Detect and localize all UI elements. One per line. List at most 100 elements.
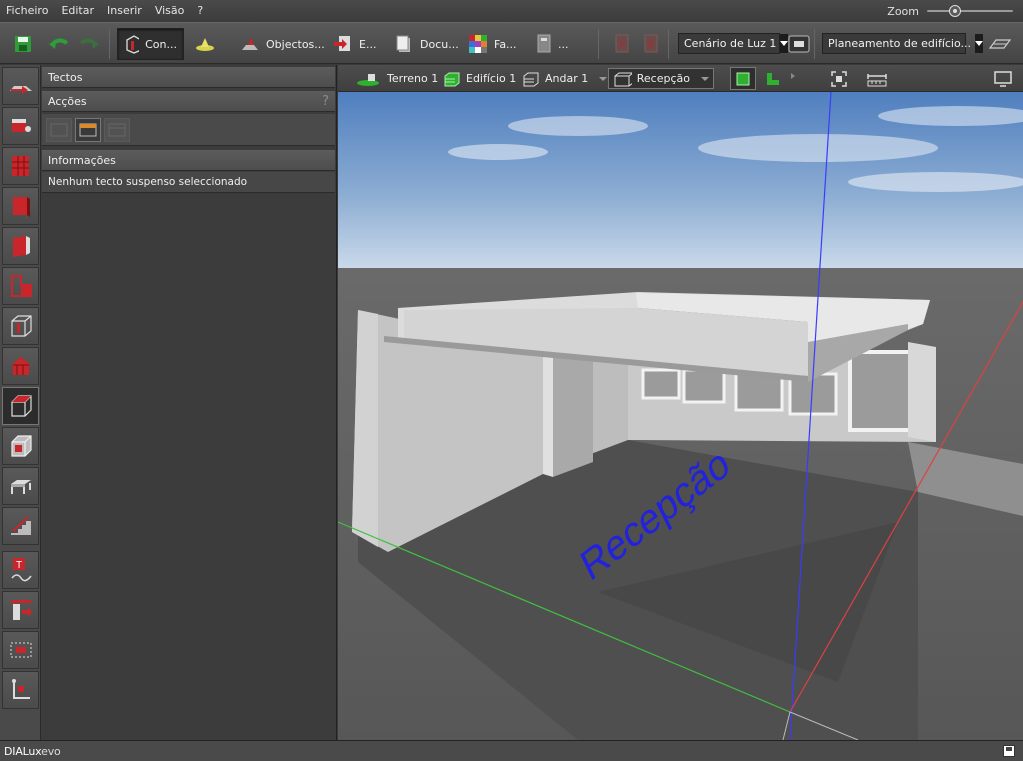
roof-tool-button[interactable]	[2, 347, 39, 385]
actions-toolbar	[42, 114, 335, 146]
breadcrumb-room[interactable]: Recepção	[608, 68, 714, 89]
calculation-icon	[537, 34, 551, 53]
help-icon[interactable]: ?	[322, 91, 329, 112]
toolbar-separator	[109, 29, 110, 59]
view-3d-button[interactable]	[730, 67, 756, 90]
breadcrumb-floor[interactable]: Andar 1	[518, 68, 611, 89]
column	[543, 355, 553, 477]
room-icon	[614, 72, 632, 86]
terrain-tool-icon	[9, 86, 32, 94]
door-tool-button[interactable]	[2, 227, 39, 265]
cut-tool-button[interactable]	[2, 591, 39, 629]
breadcrumb-building[interactable]: Edifício 1	[439, 68, 520, 89]
info-message: Nenhum tecto suspenso seleccionado	[42, 172, 335, 193]
building-icon	[444, 72, 460, 86]
building-tool-button[interactable]	[2, 147, 39, 185]
menu-edit[interactable]: Editar	[55, 0, 101, 22]
app-name-bold: DIALux	[4, 744, 42, 758]
planning-mode-value: Planeamento de edifício...	[828, 37, 972, 50]
zoom-extents-button[interactable]	[826, 67, 852, 90]
start-calculation-button[interactable]	[608, 28, 636, 60]
documentation-tab-label: Docu...	[420, 37, 459, 51]
panel-title: Tectos	[42, 67, 335, 88]
object-tool-icon	[11, 119, 31, 132]
save-button[interactable]	[8, 28, 38, 60]
ceiling-panels-button[interactable]	[104, 118, 130, 142]
undo-button[interactable]	[42, 28, 76, 60]
room-tool-icon	[10, 275, 32, 297]
text-tool-button[interactable]: T	[2, 551, 39, 589]
light-scene-settings-button[interactable]	[782, 28, 816, 60]
menu-bar: Ficheiro Editar Inserir Visão ? Zoom	[0, 0, 1023, 22]
zoom-slider-track	[927, 10, 1013, 12]
info-section-header[interactable]: Informações	[42, 150, 335, 171]
construction-tab[interactable]: Con...	[117, 28, 184, 60]
save-status-icon[interactable]	[1003, 745, 1015, 757]
menu-file[interactable]: Ficheiro	[0, 0, 55, 22]
toolbar-separator	[814, 29, 815, 59]
colours-tab[interactable]: Fa...	[462, 28, 523, 60]
breadcrumb-room-label: Recepção	[636, 72, 690, 85]
redo-button[interactable]	[72, 28, 106, 60]
cube-tool-button[interactable]	[2, 307, 39, 345]
app-name-thin: evo	[41, 744, 61, 758]
measure-button[interactable]	[864, 67, 890, 90]
roof-tool-icon	[10, 357, 31, 375]
menu-help[interactable]: ?	[191, 0, 210, 22]
right-wall-end	[908, 342, 936, 442]
box-tool-button[interactable]	[2, 427, 39, 465]
floor-icon	[523, 72, 539, 86]
menu-view[interactable]: Visão	[149, 0, 192, 22]
room-tool-button[interactable]	[2, 267, 39, 305]
measure-tool-button[interactable]	[2, 671, 39, 709]
zoom-slider-knob[interactable]	[949, 5, 961, 17]
table-tool-icon	[10, 480, 31, 494]
menu-insert[interactable]: Inserir	[101, 0, 149, 22]
chevron-down-icon	[599, 76, 608, 81]
main-toolbar: Con... Objectos... E... Docu... Fa... ..…	[0, 22, 1023, 64]
view-floor-plan-button[interactable]	[760, 67, 786, 90]
objects-tab[interactable]: Objectos...	[234, 28, 331, 60]
chevron-down-icon	[701, 76, 709, 81]
layout-toggle-button[interactable]	[982, 28, 1018, 60]
door-tool-icon	[12, 236, 30, 257]
ceiling-panels-icon	[108, 123, 126, 137]
objects-tab-label: Objectos...	[266, 37, 325, 51]
ceiling-tool-button[interactable]	[2, 387, 39, 425]
breadcrumb-terrain[interactable]: Terreno 1	[352, 68, 442, 89]
monitor-settings-icon	[788, 35, 810, 53]
save-icon	[15, 36, 31, 52]
text-tool-icon: T	[10, 558, 32, 582]
wall-tool-button[interactable]	[2, 187, 39, 225]
light-scene-select[interactable]: Cenário de Luz 1	[678, 33, 789, 54]
planning-mode-select[interactable]: Planeamento de edifício...	[822, 33, 984, 54]
table-tool-button[interactable]	[2, 467, 39, 505]
actions-section-title: Acções	[48, 95, 87, 108]
3d-scene[interactable]: Recepção	[338, 92, 1023, 740]
ceiling-rectangle-icon	[50, 123, 68, 137]
draw-ceiling-button[interactable]	[46, 118, 72, 142]
wall-tool-icon	[12, 197, 30, 217]
actions-section-header[interactable]: Acções ?	[42, 91, 335, 112]
fullscreen-button[interactable]	[990, 67, 1016, 90]
terrain-tool-button[interactable]	[2, 67, 39, 105]
object-tool-button[interactable]	[2, 107, 39, 145]
draw-ceiling-from-room-button[interactable]	[75, 118, 101, 142]
frame-tool-button[interactable]	[2, 631, 39, 669]
luminaire-tab[interactable]	[188, 28, 222, 60]
light-scene-value: Cenário de Luz 1	[684, 37, 777, 50]
undo-icon	[49, 38, 69, 49]
stop-calculation-button[interactable]	[637, 28, 665, 60]
ruler-icon	[867, 73, 887, 86]
documentation-tab[interactable]: Docu...	[388, 28, 465, 60]
more-tab[interactable]: ...	[530, 28, 575, 60]
svg-text:T: T	[16, 560, 22, 571]
export-tab[interactable]: E...	[327, 28, 382, 60]
breadcrumb-building-label: Edifício 1	[466, 72, 517, 85]
toolbar-separator	[598, 29, 599, 59]
doorway	[553, 356, 593, 477]
3d-viewport[interactable]: Terreno 1 Edifício 1 Andar 1 Recepção Re…	[338, 65, 1023, 740]
ceiling-room-icon	[79, 123, 97, 137]
stairs-tool-button[interactable]	[2, 507, 39, 545]
zoom-slider[interactable]	[927, 5, 1013, 17]
